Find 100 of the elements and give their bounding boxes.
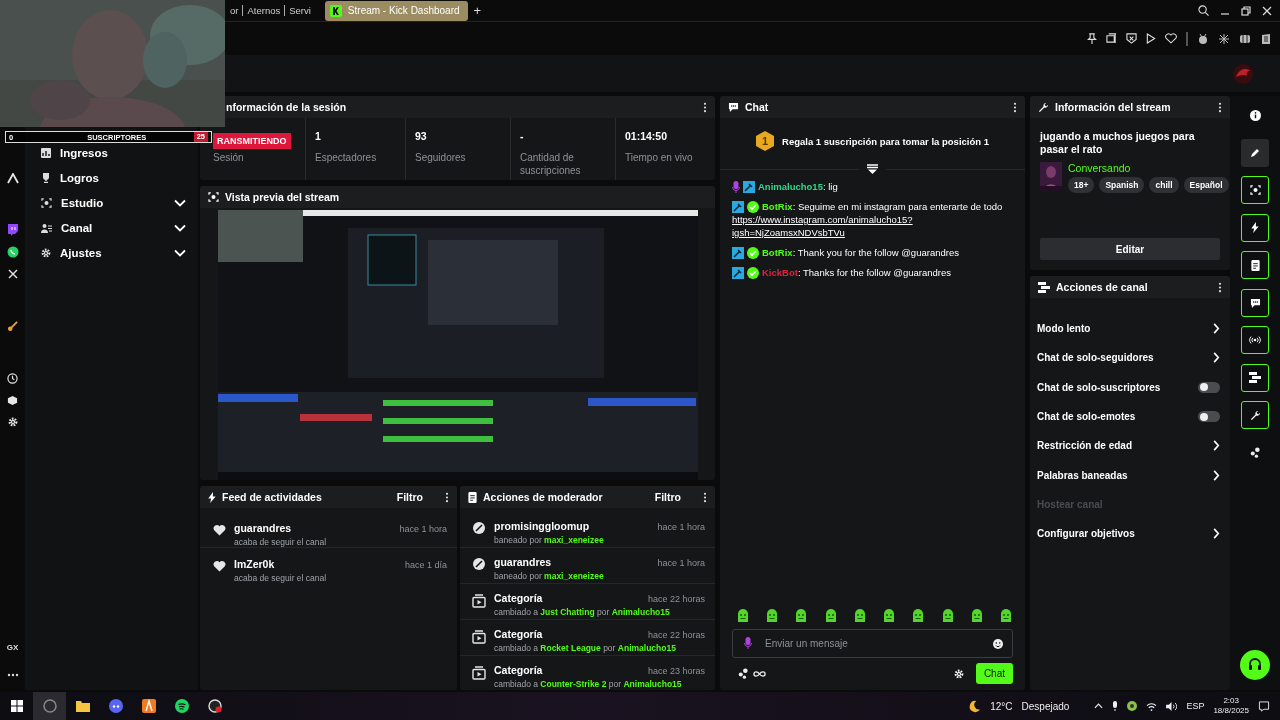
emote-icon[interactable] xyxy=(969,609,984,623)
nav-item[interactable]: Estudio xyxy=(25,190,198,215)
tray-app-icon[interactable] xyxy=(1127,701,1138,711)
sword-badge-icon xyxy=(732,267,744,279)
emote-icon[interactable] xyxy=(882,609,897,623)
browser-tab[interactable]: Servi xyxy=(285,5,315,16)
snapshot-icon[interactable] xyxy=(1106,33,1117,44)
emote-icon[interactable] xyxy=(765,609,780,623)
nav-item[interactable]: Ajustes xyxy=(25,240,198,265)
tag[interactable]: Español xyxy=(1183,177,1229,193)
search-icon[interactable] xyxy=(1198,5,1209,16)
extension-icon[interactable] xyxy=(1218,32,1230,45)
panel-toggle-button[interactable] xyxy=(1241,288,1269,317)
browser-tab[interactable]: Aternos xyxy=(243,5,286,16)
panel-toggle-button[interactable] xyxy=(1241,251,1269,279)
toggle-switch[interactable] xyxy=(1198,381,1220,393)
menu-item[interactable]: Chat de solo-emotes xyxy=(1030,401,1230,432)
twitch-icon[interactable] xyxy=(7,224,18,236)
notification-icon[interactable] xyxy=(1258,700,1270,712)
panel-toggle-button[interactable] xyxy=(1241,138,1269,167)
maximize-icon[interactable] xyxy=(1241,5,1251,16)
tag[interactable]: 18+ xyxy=(1068,177,1095,193)
pin-icon[interactable] xyxy=(1087,33,1097,44)
emote-icon[interactable] xyxy=(794,609,809,623)
settings-icon xyxy=(41,247,51,258)
panel-toggle-button[interactable] xyxy=(1241,401,1269,429)
spotify-icon[interactable] xyxy=(174,699,189,713)
filter-button[interactable]: Filtro xyxy=(396,491,423,503)
x-icon[interactable] xyxy=(7,269,18,279)
chevron-up-icon[interactable] xyxy=(1094,703,1104,709)
more-icon[interactable] xyxy=(445,491,449,503)
more-icon[interactable] xyxy=(1013,101,1017,113)
emote-icon[interactable] xyxy=(940,609,955,623)
menu-item[interactable]: Palabras baneadas xyxy=(1030,460,1230,490)
new-tab-button[interactable]: + xyxy=(473,3,482,18)
windows-start-icon[interactable] xyxy=(10,700,23,712)
mountain-icon[interactable] xyxy=(6,172,19,184)
category-link[interactable]: Conversando xyxy=(1068,162,1229,174)
emoji-icon[interactable] xyxy=(993,639,1003,649)
extension-icon[interactable] xyxy=(1197,32,1209,45)
brush-icon[interactable] xyxy=(7,320,18,332)
heart-outline-icon[interactable] xyxy=(1165,33,1177,44)
panel-toggle-button[interactable] xyxy=(1241,176,1269,204)
wifi-icon[interactable] xyxy=(1146,701,1158,711)
screen-icon xyxy=(1249,185,1261,195)
collapse-icon[interactable] xyxy=(867,164,878,174)
emote-icon[interactable] xyxy=(911,609,926,623)
nav-item[interactable]: Canal xyxy=(25,215,198,240)
avatar-icon[interactable] xyxy=(1232,62,1254,85)
ban-icon xyxy=(473,558,485,570)
emote-icon[interactable] xyxy=(823,609,838,623)
menu-item[interactable]: Chat de solo-suscriptores xyxy=(1030,372,1230,402)
more-icon[interactable] xyxy=(1218,101,1222,113)
shield-icon[interactable] xyxy=(1126,33,1137,44)
discord-icon[interactable] xyxy=(108,699,123,713)
app-icon[interactable] xyxy=(141,699,156,713)
browser-tab[interactable]: or xyxy=(226,5,244,16)
menu-item[interactable]: Chat de solo-seguidores xyxy=(1030,343,1230,373)
tag[interactable]: Spanish xyxy=(1099,177,1145,193)
timestamp: hace 1 hora xyxy=(399,524,447,534)
dots-cluster-icon[interactable] xyxy=(738,668,749,679)
volume-icon[interactable] xyxy=(1166,701,1178,711)
filter-button[interactable]: Filtro xyxy=(654,491,681,503)
panel-toggle-button[interactable] xyxy=(1241,363,1269,392)
whatsapp-icon[interactable] xyxy=(6,246,19,258)
more-icon[interactable] xyxy=(703,491,707,503)
tv-icon xyxy=(472,594,486,608)
folder-icon[interactable] xyxy=(75,700,90,712)
play-icon[interactable] xyxy=(1146,33,1156,44)
more-dots-icon[interactable] xyxy=(6,673,19,677)
cube-icon[interactable] xyxy=(7,394,18,406)
message-link[interactable]: https://www.instagram.com/animalucho15?igsh=NjZoamsxNDVsbTVu xyxy=(732,213,932,239)
tag[interactable]: chill xyxy=(1149,177,1179,193)
extension-icon[interactable] xyxy=(1239,32,1251,45)
nav-item[interactable]: Logros xyxy=(25,165,198,190)
emote-icon[interactable] xyxy=(998,609,1013,623)
microphone-icon[interactable] xyxy=(1112,701,1119,711)
emote-icon[interactable] xyxy=(852,609,867,623)
menu-item[interactable]: Modo lento xyxy=(1030,314,1230,344)
menu-item[interactable]: Configurar objetivos xyxy=(1030,519,1230,549)
edit-button[interactable]: Editar xyxy=(1040,238,1220,260)
panel-toggle-button[interactable] xyxy=(1241,326,1269,354)
search-circle-icon[interactable] xyxy=(42,699,57,713)
close-icon[interactable] xyxy=(1262,5,1272,16)
language-indicator[interactable]: ESP xyxy=(1186,701,1205,711)
menu-item: Hostear canal xyxy=(1036,497,1104,512)
menu-item[interactable]: Restricción de edad xyxy=(1030,431,1230,461)
heart-icon xyxy=(212,560,226,572)
emote-icon[interactable] xyxy=(736,609,750,623)
send-button[interactable]: Chat xyxy=(975,663,1013,684)
toggle-switch[interactable] xyxy=(1198,411,1220,423)
infinity-icon[interactable] xyxy=(753,669,766,678)
extension-icon[interactable] xyxy=(1260,32,1272,45)
support-button[interactable] xyxy=(1240,650,1270,680)
clock-icon[interactable] xyxy=(7,372,18,384)
record-icon[interactable] xyxy=(207,699,222,713)
panel-toggle-button[interactable] xyxy=(1241,213,1269,242)
more-icon[interactable] xyxy=(1218,281,1222,293)
message-input[interactable]: Enviar un mensaje xyxy=(732,629,1013,658)
more-icon[interactable] xyxy=(703,101,707,113)
